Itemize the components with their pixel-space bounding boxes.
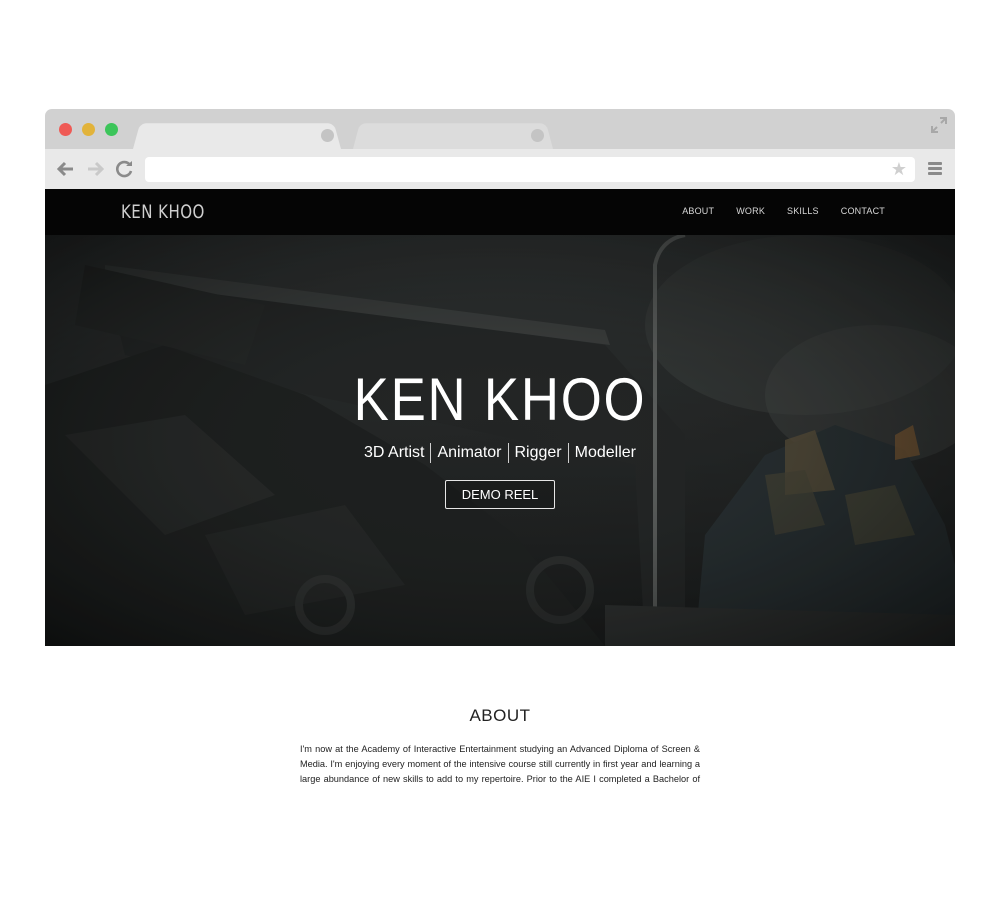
arrow-right-icon[interactable] <box>86 160 106 178</box>
browser-tab-inactive[interactable] <box>353 123 553 149</box>
role-3d-artist: 3D Artist <box>364 444 425 461</box>
maximize-window-button[interactable] <box>105 123 118 136</box>
browser-window: ★ KEN KHOO ABOUT WORK SKILLS CONTACT KEN… <box>45 109 955 790</box>
nav-link-about[interactable]: ABOUT <box>682 206 714 216</box>
tab-close-icon[interactable] <box>531 129 544 142</box>
about-section: ABOUT I'm now at the Academy of Interact… <box>45 646 955 790</box>
hamburger-menu-icon[interactable] <box>928 162 942 176</box>
arrow-left-icon[interactable] <box>55 160 75 178</box>
close-window-button[interactable] <box>59 123 72 136</box>
nav-link-skills[interactable]: SKILLS <box>787 206 819 216</box>
browser-tab-bar <box>45 109 955 149</box>
reload-icon[interactable] <box>115 160 135 178</box>
demo-reel-button[interactable]: DEMO REEL <box>445 480 555 509</box>
role-divider <box>567 443 569 463</box>
star-icon[interactable]: ★ <box>891 159 907 180</box>
about-heading: ABOUT <box>469 706 531 725</box>
site-navbar: KEN KHOO ABOUT WORK SKILLS CONTACT <box>45 189 955 235</box>
role-modeller: Modeller <box>574 444 636 461</box>
expand-icon[interactable] <box>931 117 947 133</box>
address-bar[interactable]: ★ <box>145 157 915 182</box>
browser-tab-active[interactable] <box>133 123 341 149</box>
site-menu: ABOUT WORK SKILLS CONTACT <box>660 206 885 216</box>
about-paragraph: I'm now at the Academy of Interactive En… <box>300 744 700 790</box>
role-divider <box>430 443 432 463</box>
role-animator: Animator <box>437 444 502 461</box>
nav-link-work[interactable]: WORK <box>736 206 765 216</box>
hero-background-image <box>45 235 955 646</box>
hero-section: KEN KHOO 3D Artist Animator Rigger Model… <box>45 235 955 646</box>
browser-toolbar: ★ <box>45 149 955 189</box>
minimize-window-button[interactable] <box>82 123 95 136</box>
site-brand[interactable]: KEN KHOO <box>121 201 205 223</box>
tab-close-icon[interactable] <box>321 129 334 142</box>
nav-link-contact[interactable]: CONTACT <box>841 206 885 216</box>
role-rigger: Rigger <box>514 444 562 461</box>
role-divider <box>507 443 509 463</box>
hero-roles: 3D Artist Animator Rigger Modeller <box>45 443 955 463</box>
hero-title: KEN KHOO <box>353 366 647 433</box>
